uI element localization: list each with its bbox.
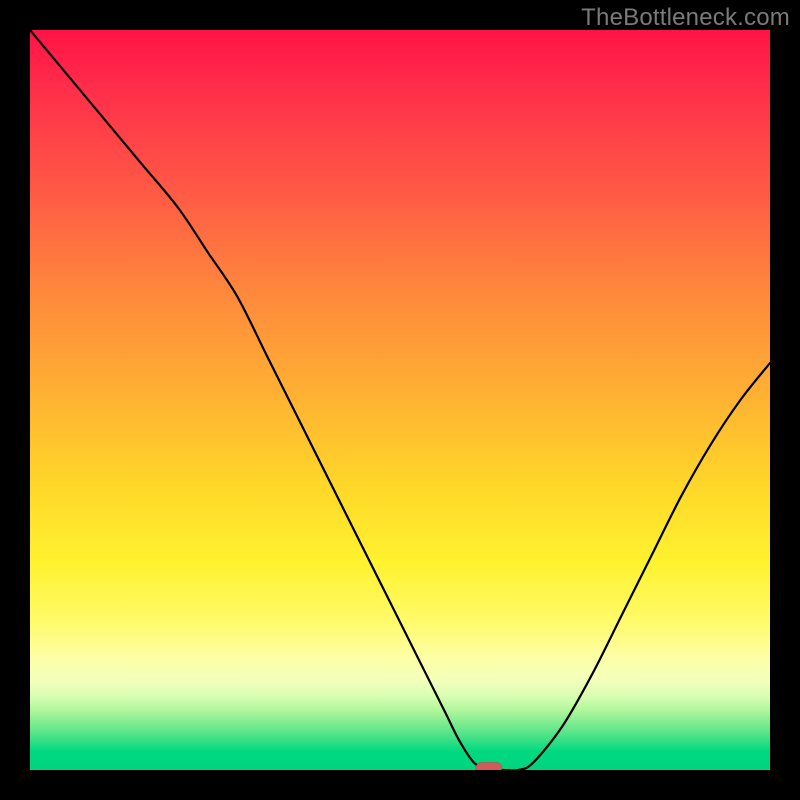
minimum-marker bbox=[476, 763, 502, 771]
curve-svg bbox=[30, 30, 770, 770]
bottleneck-curve bbox=[30, 30, 770, 770]
chart-frame: TheBottleneck.com bbox=[0, 0, 800, 800]
plot-area bbox=[30, 30, 770, 770]
watermark-text: TheBottleneck.com bbox=[581, 4, 790, 32]
